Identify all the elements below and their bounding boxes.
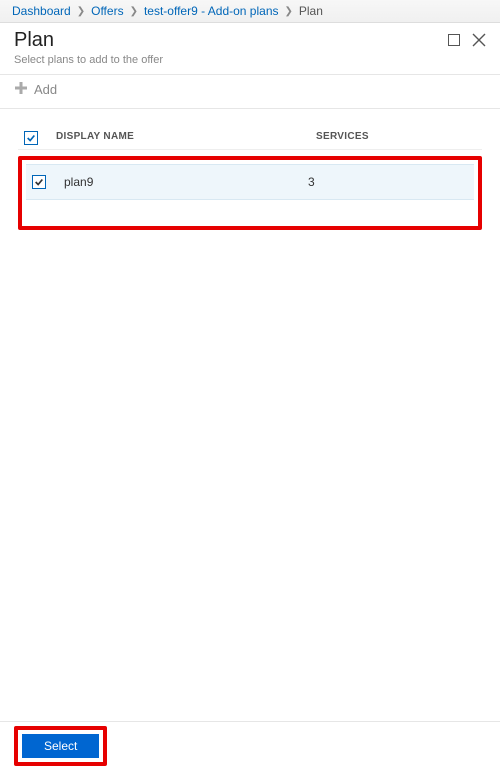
close-button[interactable] (472, 33, 486, 50)
chevron-right-icon: ❯ (130, 6, 138, 17)
breadcrumb-offers[interactable]: Offers (91, 4, 123, 18)
toolbar: Add (0, 75, 500, 109)
breadcrumb-current: Plan (299, 4, 323, 18)
highlighted-button-annotation: Select (14, 726, 107, 766)
page-subtitle: Select plans to add to the offer (14, 54, 163, 66)
table-row[interactable]: plan9 3 (26, 164, 474, 200)
chevron-right-icon: ❯ (285, 6, 293, 17)
checkmark-icon (34, 177, 44, 187)
close-icon (472, 33, 486, 47)
blade-header: Plan Select plans to add to the offer (0, 23, 500, 75)
column-header-display-name[interactable]: DISPLAY NAME (48, 131, 316, 145)
footer: Select (0, 721, 500, 780)
select-all-checkbox[interactable] (24, 131, 38, 145)
add-button[interactable]: Add (14, 81, 57, 98)
content-area: DISPLAY NAME SERVICES plan9 3 (0, 109, 500, 721)
breadcrumb: Dashboard ❯ Offers ❯ test-offer9 - Add-o… (0, 0, 500, 23)
column-header-services[interactable]: SERVICES (316, 131, 476, 145)
breadcrumb-dashboard[interactable]: Dashboard (12, 4, 71, 18)
add-button-label: Add (34, 82, 57, 97)
checkmark-icon (26, 133, 36, 143)
maximize-button[interactable] (448, 33, 460, 50)
row-services: 3 (308, 175, 468, 189)
chevron-right-icon: ❯ (77, 6, 85, 17)
row-display-name: plan9 (56, 175, 308, 189)
highlighted-row-annotation: plan9 3 (18, 156, 482, 230)
breadcrumb-offer-addon[interactable]: test-offer9 - Add-on plans (144, 4, 279, 18)
row-checkbox[interactable] (32, 175, 46, 189)
select-button[interactable]: Select (22, 734, 99, 758)
table-header: DISPLAY NAME SERVICES (18, 127, 482, 150)
maximize-icon (448, 34, 460, 46)
plus-icon (14, 81, 28, 98)
page-title: Plan (14, 29, 163, 52)
